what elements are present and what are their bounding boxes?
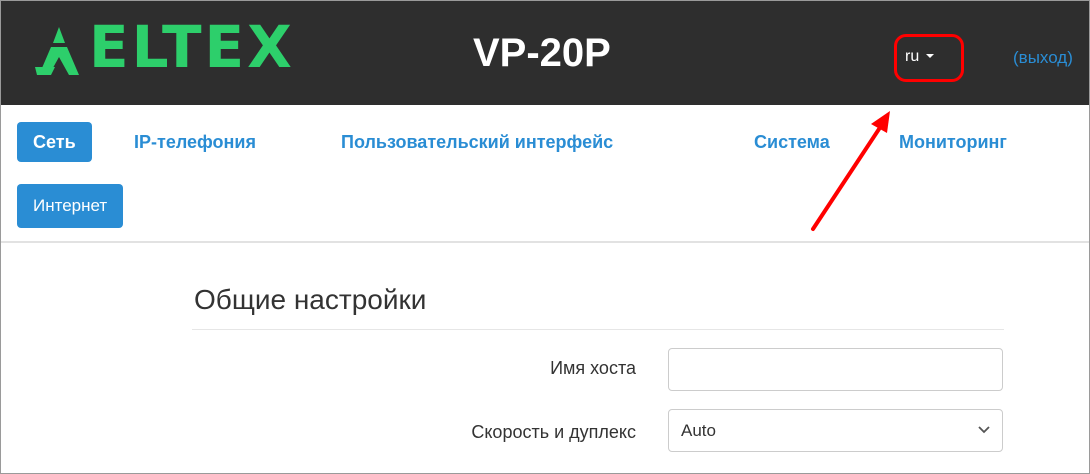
tab-system[interactable]: Система: [754, 122, 830, 162]
eltex-logo: [33, 23, 85, 84]
tab-monitoring[interactable]: Мониторинг: [899, 122, 1007, 162]
eltex-logo-icon: [35, 27, 79, 75]
nav-divider: [1, 241, 1089, 243]
speed-duplex-value: Auto: [681, 421, 716, 440]
section-title: Общие настройки: [194, 284, 427, 315]
tab-ip-telephony[interactable]: IP-телефония: [134, 122, 256, 162]
hostname-label: Имя хоста: [550, 358, 636, 378]
header-bar: ELTEX VP-20P ru (выход): [1, 1, 1089, 105]
tab-network[interactable]: Сеть: [17, 122, 92, 162]
section-divider: [192, 329, 1004, 330]
chevron-down-icon: [978, 426, 990, 434]
logout-link[interactable]: (выход): [1013, 48, 1073, 68]
tab-user-interface[interactable]: Пользовательский интерфейс: [341, 122, 613, 162]
logo-text: ELTEX: [89, 13, 295, 81]
annotation-highlight-box: [894, 34, 964, 82]
speed-duplex-label: Скорость и дуплекс: [471, 422, 636, 442]
hostname-input[interactable]: [668, 348, 1003, 391]
speed-duplex-select[interactable]: Auto: [668, 409, 1003, 452]
device-model: VP-20P: [473, 31, 611, 75]
page-frame: ELTEX VP-20P ru (выход) Сеть IP-телефони…: [0, 0, 1090, 474]
subtab-internet[interactable]: Интернет: [17, 184, 124, 228]
